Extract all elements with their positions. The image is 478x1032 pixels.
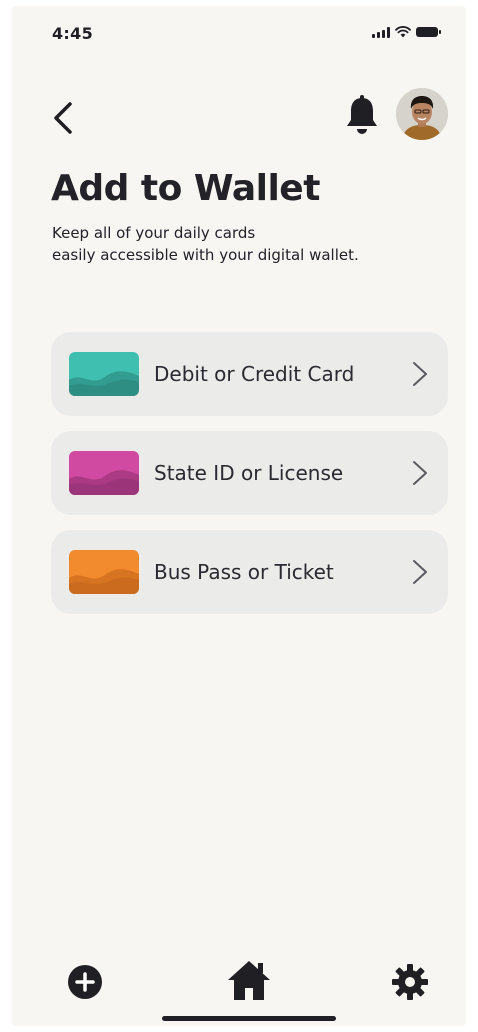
card-graphic-icon — [69, 352, 139, 396]
page-title: Add to Wallet — [51, 168, 320, 209]
back-button[interactable] — [50, 98, 80, 138]
wallet-options-list: Debit or Credit Card State ID or License — [51, 332, 448, 629]
home-icon — [228, 961, 270, 1000]
chevron-right-icon — [413, 560, 427, 584]
status-time: 4:45 — [52, 24, 93, 43]
user-avatar-icon — [396, 88, 448, 140]
card-graphic-icon — [69, 550, 139, 594]
card-icon — [69, 550, 139, 594]
option-label: State ID or License — [154, 461, 344, 485]
avatar[interactable] — [396, 88, 448, 140]
page-subtitle: Keep all of your daily cards easily acce… — [52, 222, 452, 266]
bottom-nav-bar — [12, 946, 466, 1026]
home-button[interactable] — [226, 958, 272, 1002]
option-debit-credit-card[interactable]: Debit or Credit Card — [51, 332, 448, 416]
status-bar: 4:45 — [12, 6, 466, 56]
add-button[interactable] — [67, 964, 103, 1000]
bell-icon — [347, 95, 377, 134]
chevron-left-icon — [54, 102, 72, 134]
card-graphic-icon — [69, 451, 139, 495]
subtitle-line: easily accessible with your digital wall… — [52, 246, 359, 264]
option-state-id-license[interactable]: State ID or License — [51, 431, 448, 515]
subtitle-line: Keep all of your daily cards — [52, 224, 256, 242]
battery-icon — [416, 27, 441, 37]
chevron-right-icon — [413, 461, 427, 485]
card-icon — [69, 352, 139, 396]
card-icon — [69, 451, 139, 495]
gear-icon — [392, 964, 428, 1000]
plus-circle-icon — [68, 965, 102, 999]
phone-screen: 4:45 Add to Wallet Keep all of your dail… — [12, 6, 466, 1026]
settings-button[interactable] — [390, 962, 430, 1002]
chevron-right-icon — [413, 362, 427, 386]
option-label: Bus Pass or Ticket — [154, 560, 334, 584]
option-bus-pass-ticket[interactable]: Bus Pass or Ticket — [51, 530, 448, 614]
home-indicator[interactable] — [162, 1016, 336, 1021]
option-label: Debit or Credit Card — [154, 362, 355, 386]
notifications-button[interactable] — [342, 94, 382, 138]
status-icons — [372, 26, 441, 38]
wifi-icon — [395, 26, 411, 38]
cellular-signal-icon — [372, 26, 390, 38]
